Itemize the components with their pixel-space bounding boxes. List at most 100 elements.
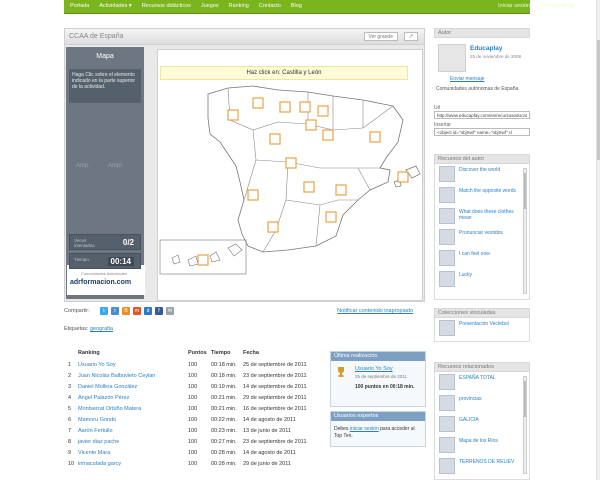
table-row: 4 Ángel Palazón Pérez 100 00:21 min. 29 de s…: [66, 393, 326, 404]
tuenti-icon[interactable]: t: [111, 307, 119, 315]
list-item[interactable]: Match the opposite words: [435, 185, 529, 206]
adrformacion-logo[interactable]: Comunidades Actividades adrformacion.com: [67, 265, 145, 295]
logo-text: adrformacion.com: [70, 279, 132, 286]
meneame-icon[interactable]: m: [133, 307, 141, 315]
list-item[interactable]: What does these clothes mean: [435, 206, 529, 227]
rank-time: 00:18 min.: [211, 362, 237, 368]
rank-number: 10: [68, 461, 75, 467]
related-title: Recursos relacionados: [434, 362, 530, 372]
author-name[interactable]: Educaplay: [470, 45, 503, 52]
blogger-icon[interactable]: B: [122, 307, 130, 315]
list-item[interactable]: GALICIA: [435, 414, 529, 435]
nav-ranking[interactable]: Ranking: [229, 3, 249, 9]
rank-user[interactable]: Usuario Yo Soy: [78, 362, 116, 368]
table-row: 9 Vicente Mara 100 00:28 min. 14 de agosto d…: [66, 448, 326, 459]
rank-points: 100: [188, 395, 198, 401]
rank-date: 14 de agosto de 2011: [243, 417, 296, 423]
rank-user[interactable]: Ángel Palazón Pérez: [78, 395, 129, 401]
rank-user[interactable]: Juan Nicolás Balbuvieto Ceylan: [78, 373, 155, 379]
rank-user[interactable]: Mamoru Gondo: [78, 417, 116, 423]
nav-actividades[interactable]: Actividades ▾: [99, 3, 131, 9]
delicious-icon[interactable]: d: [144, 307, 152, 315]
ranking-header: Ranking Puntos Tiempo Fecha: [66, 349, 326, 360]
nav-recursos[interactable]: Recursos didácticos: [142, 3, 191, 9]
zoom-in-button[interactable]: Ampl.: [108, 163, 123, 169]
topten-login-link[interactable]: iniciar sesión: [350, 426, 379, 432]
resource-thumbnail: [439, 229, 455, 245]
attempts-stat: Veces intentadas 0/2: [69, 234, 141, 250]
report-link[interactable]: Notificar contenido inapropiado: [337, 308, 413, 314]
last-result-user[interactable]: Usuario Yo Soy: [355, 366, 393, 372]
col-ranking: Ranking: [78, 350, 100, 356]
browser-scrollbar[interactable]: [596, 0, 600, 480]
rank-user[interactable]: javier diaz pache: [78, 439, 119, 445]
rank-date: 13 de junio de 2011: [243, 428, 291, 434]
resource-title: I can feel now: [459, 251, 490, 257]
resource-title: Match the opposite words: [459, 188, 516, 194]
last-result-points: 100 puntos en 00:18 min.: [355, 384, 415, 390]
rank-points: 100: [188, 362, 198, 368]
rank-points: 100: [188, 417, 198, 423]
view-large-button[interactable]: Ver grande: [363, 32, 398, 41]
rank-user[interactable]: Aarón Fertullo: [78, 428, 113, 434]
list-item[interactable]: Pronunciar vestidos: [435, 227, 529, 248]
col-date: Fecha: [243, 350, 259, 356]
avatar[interactable]: [438, 44, 466, 72]
twitter-icon[interactable]: t: [100, 307, 108, 315]
panel-title: Mapa: [96, 53, 114, 60]
list-item[interactable]: I can feel now: [435, 248, 529, 269]
last-result-title: Última realización: [331, 352, 425, 361]
scrollbar-thumb[interactable]: [524, 173, 526, 209]
last-result-date: 25 de septiembre de 2011: [355, 374, 407, 379]
related-scrollbar[interactable]: [523, 376, 527, 474]
rank-user[interactable]: Vicente Mara: [78, 450, 110, 456]
embed-code-field[interactable]: <object id="objSwf" name="objSwf" cl: [434, 128, 530, 136]
author-section-title: Autor: [434, 28, 530, 38]
rank-time: 00:23 min.: [211, 428, 237, 434]
rank-user[interactable]: Montserrat Ortúño Matera: [78, 406, 141, 412]
list-item[interactable]: ESPAÑA TOTAL: [435, 372, 529, 393]
list-item[interactable]: Discover the world: [435, 164, 529, 185]
rank-number: 9: [68, 450, 72, 456]
col-time: Tiempo: [211, 350, 231, 356]
login-link[interactable]: Iniciar sesión: [498, 3, 530, 9]
rank-number: 4: [68, 395, 72, 401]
share-icon[interactable]: ↗: [404, 32, 418, 41]
resources-list: Discover the world Match the opposite wor…: [434, 164, 530, 300]
map-canvas[interactable]: Haz click en: Castilla y León: [157, 49, 423, 301]
table-row: 6 Mamoru Gondo 100 00:22 min. 14 de agosto d…: [66, 415, 326, 426]
send-message-link[interactable]: Enviar mensaje: [450, 76, 484, 82]
table-row: 3 Daniel Mollina González 100 00:19 min. 14 …: [66, 382, 326, 393]
resources-scrollbar[interactable]: [523, 168, 527, 294]
list-item[interactable]: provincias: [435, 393, 529, 414]
right-sidebar: Autor Educaplay 25 de noviembre de 2008 …: [434, 28, 530, 480]
nav-blog[interactable]: Blog: [291, 3, 302, 9]
scrollbar-thumb[interactable]: [524, 381, 526, 417]
zoom-out-button[interactable]: Amp.: [76, 163, 90, 169]
instructions-text: Haga Clic sobre el elemento indicado en …: [69, 69, 141, 103]
nav-contacto[interactable]: Contacto: [259, 3, 281, 9]
list-item[interactable]: Lucky: [435, 269, 529, 290]
resource-thumbnail: [439, 208, 455, 224]
rank-date: 23 de septiembre de 2011: [243, 373, 307, 379]
url-field[interactable]: http://www.educaplay.com/es/recursoseduc…: [434, 111, 530, 119]
rank-user[interactable]: Daniel Mollina González: [78, 384, 137, 390]
list-item[interactable]: Mapa de los Ríos: [435, 435, 529, 456]
resource-title: provincias: [459, 396, 482, 402]
stat-label: Veces intentadas: [74, 238, 95, 248]
facebook-icon[interactable]: f: [155, 307, 163, 315]
collection-item[interactable]: Presentación Vectebol: [434, 318, 530, 342]
nav-portada[interactable]: Portada: [70, 3, 89, 9]
resource-title: GALICIA: [459, 417, 479, 423]
my-educaplay-link[interactable]: Mi educaplay: [542, 3, 574, 9]
related-list: ESPAÑA TOTAL provincias GALICIA Mapa de los…: [434, 372, 530, 480]
list-item[interactable]: TERRENOS DE RELIEV: [435, 456, 529, 477]
author-description: Comunidades autónomas de España: [436, 86, 519, 92]
spain-map[interactable]: [158, 50, 424, 302]
email-icon[interactable]: ✉: [166, 307, 174, 315]
share-row: Compartir: t t B m d f ✉ Notificar conte…: [64, 306, 425, 318]
nav-juegos[interactable]: Juegos: [201, 3, 219, 9]
rank-user[interactable]: inmaculada garcy: [78, 461, 121, 467]
tag-link[interactable]: geografia: [90, 326, 113, 332]
resource-title: Mapa de los Ríos: [459, 438, 498, 444]
